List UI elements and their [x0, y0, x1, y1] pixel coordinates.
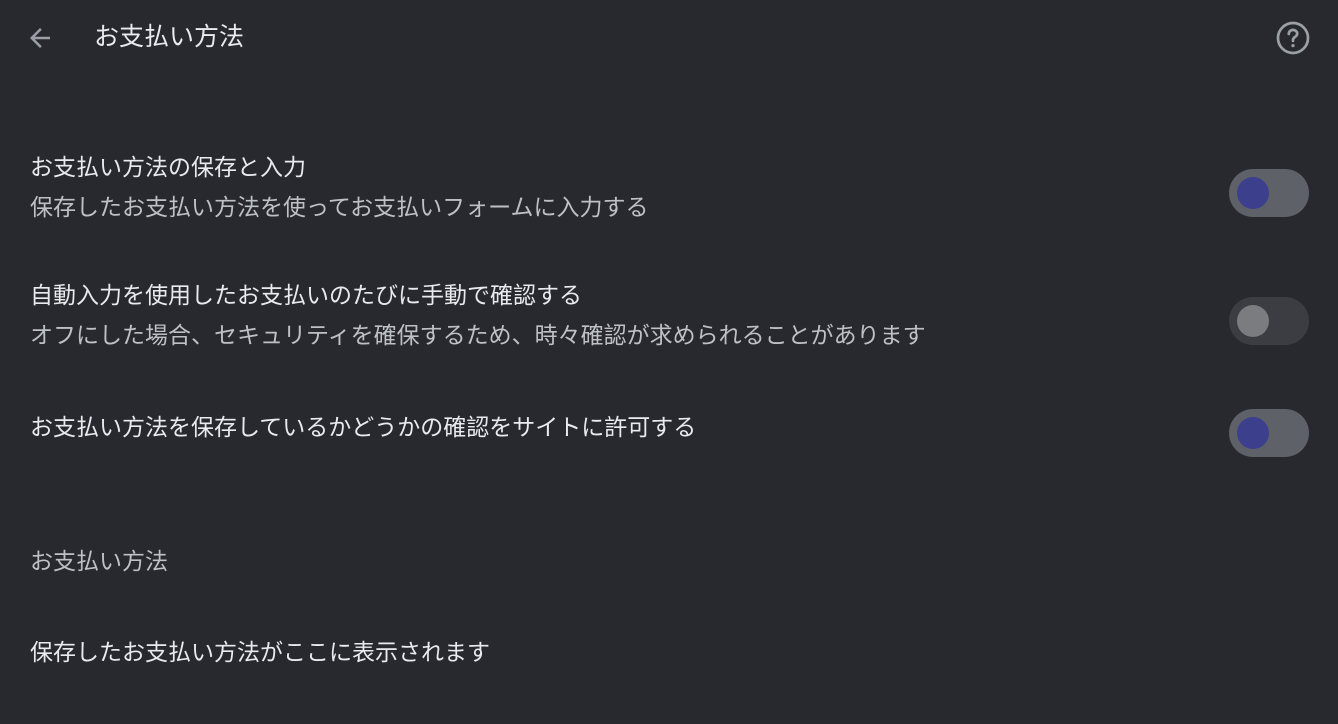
payment-methods-empty-message: 保存したお支払い方法がここに表示されます [30, 640, 490, 666]
toggle-knob [1237, 417, 1269, 449]
page-title: お支払い方法 [94, 22, 245, 51]
help-circle-icon [1276, 21, 1310, 55]
manual-verification-toggle[interactable] [1229, 297, 1309, 345]
toggle-knob [1237, 305, 1269, 337]
allow-sites-check-toggle[interactable] [1229, 409, 1309, 457]
back-button[interactable] [20, 18, 60, 58]
setting-row-allow-sites-check[interactable]: お支払い方法を保存しているかどうかの確認をサイトに許可する [0, 400, 1338, 466]
setting-subtitle: 保存したお支払い方法を使ってお支払いフォームに入力する [30, 195, 649, 221]
payment-methods-section-header: お支払い方法 [30, 549, 168, 575]
payment-methods-page: お支払い方法 お支払い方法の保存と入力 保存したお支払い方法を使ってお支払いフォ… [0, 0, 1338, 724]
setting-row-manual-verification[interactable]: 自動入力を使用したお支払いのたびに手動で確認する オフにした場合、セキュリティを… [0, 278, 1338, 368]
toggle-knob [1237, 177, 1269, 209]
arrow-back-icon [30, 28, 50, 48]
top-app-bar: お支払い方法 [0, 0, 1338, 76]
setting-title: お支払い方法を保存しているかどうかの確認をサイトに許可する [30, 415, 697, 441]
setting-subtitle: オフにした場合、セキュリティを確保するため、時々確認が求められることがあります [30, 323, 926, 349]
setting-title: 自動入力を使用したお支払いのたびに手動で確認する [30, 283, 582, 309]
setting-row-save-and-fill[interactable]: お支払い方法の保存と入力 保存したお支払い方法を使ってお支払いフォームに入力する [0, 150, 1338, 240]
setting-title: お支払い方法の保存と入力 [30, 155, 306, 181]
save-and-fill-toggle[interactable] [1229, 169, 1309, 217]
help-button[interactable] [1273, 18, 1313, 58]
